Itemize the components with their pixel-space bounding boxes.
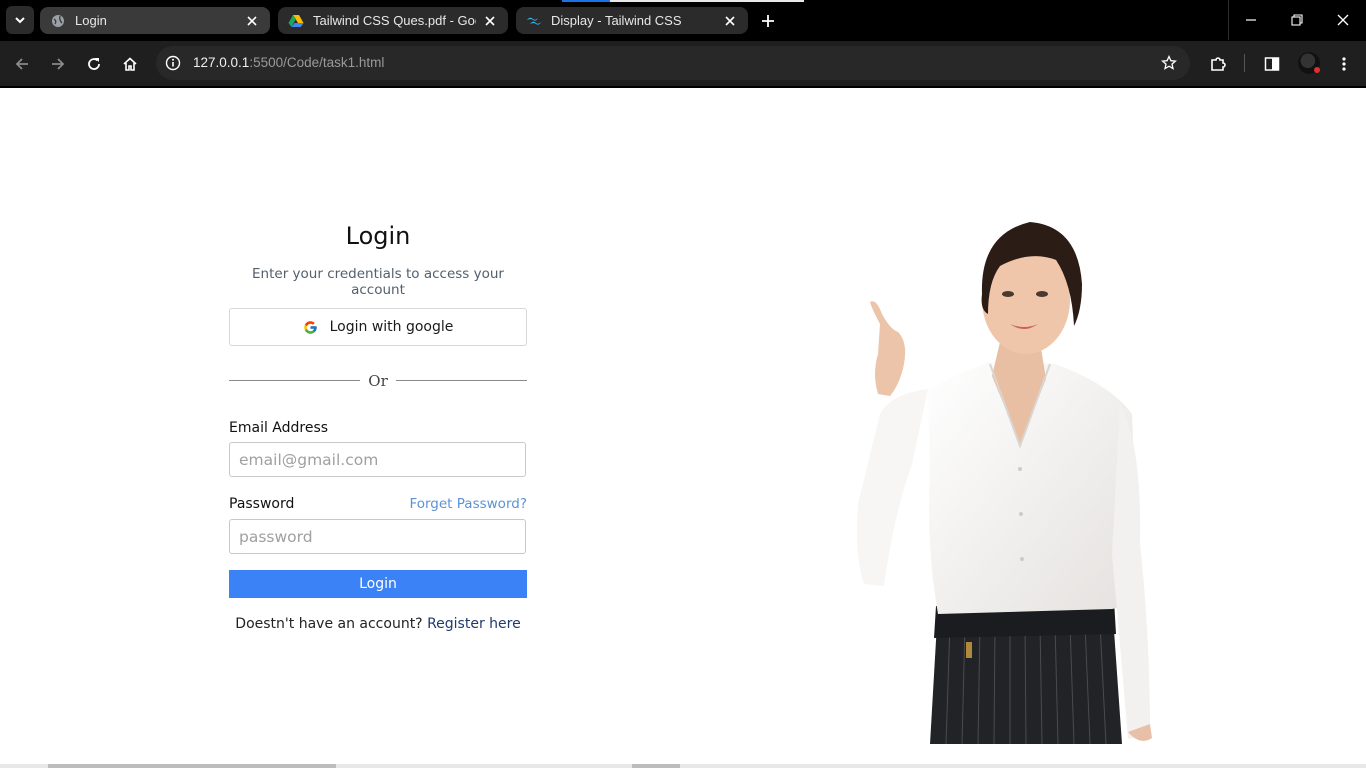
register-prompt-row: Doestn't have an account? Register here (229, 616, 527, 632)
email-label: Email Address (229, 420, 329, 436)
register-prompt: Doestn't have an account? (235, 616, 423, 632)
tab-bar: Login Tailwind CSS Ques.pdf - Google Dri… (0, 0, 1366, 41)
close-icon[interactable] (482, 13, 498, 29)
tab-title: Login (75, 13, 107, 28)
password-label: Password (229, 496, 295, 512)
url-host: 127.0.0.1 (193, 55, 250, 70)
page-subtitle: Enter your credentials to access your ac… (252, 266, 504, 298)
browser-toolbar: 127.0.0.1:5500/Code/task1.html (0, 41, 1366, 86)
restore-icon (1291, 14, 1303, 26)
close-icon (1337, 14, 1349, 26)
globe-icon (50, 13, 66, 29)
reload-icon (88, 58, 100, 70)
address-bar[interactable]: 127.0.0.1:5500/Code/task1.html (156, 46, 1190, 80)
back-button[interactable] (10, 52, 34, 76)
home-icon (123, 57, 137, 71)
tab-google-drive[interactable]: Tailwind CSS Ques.pdf - Google Drive (278, 7, 508, 34)
tab-search-button[interactable] (6, 6, 34, 34)
tab-title: Tailwind CSS Ques.pdf - Google Drive (313, 13, 476, 28)
home-button[interactable] (118, 52, 142, 76)
side-panel-icon (1264, 57, 1280, 71)
minimize-icon (1246, 19, 1256, 21)
taskbar-segment (632, 764, 680, 768)
chrome-border (0, 86, 1366, 88)
extensions-button[interactable] (1206, 52, 1230, 76)
new-tab-button[interactable] (758, 11, 778, 31)
google-icon (303, 320, 318, 335)
login-button[interactable]: Login (229, 570, 527, 598)
tab-login[interactable]: Login (40, 7, 270, 34)
tab-loading-indicator (562, 0, 610, 2)
side-panel-button[interactable] (1260, 52, 1284, 76)
email-field[interactable] (229, 442, 526, 477)
tab-tailwind[interactable]: Display - Tailwind CSS (516, 7, 748, 34)
tailwind-icon (526, 13, 542, 29)
divider-line-left (229, 380, 360, 381)
register-link[interactable]: Register here (427, 616, 521, 632)
password-field[interactable] (229, 519, 526, 554)
url-text: 127.0.0.1:5500/Code/task1.html (193, 55, 384, 70)
chevron-down-icon (15, 17, 25, 24)
close-icon[interactable] (244, 13, 260, 29)
divider-line-right (396, 380, 527, 381)
or-label: Or (368, 372, 388, 390)
taskbar-strip (0, 764, 1366, 768)
profile-avatar[interactable] (1298, 52, 1320, 74)
restore-button[interactable] (1274, 0, 1320, 40)
more-vertical-icon (1342, 57, 1346, 71)
or-divider: Or (229, 370, 527, 390)
close-window-button[interactable] (1320, 0, 1366, 40)
menu-button[interactable] (1332, 52, 1356, 76)
login-with-google-button[interactable]: Login with google (229, 308, 527, 346)
google-button-label: Login with google (329, 319, 454, 335)
reload-button[interactable] (82, 52, 106, 76)
forward-button[interactable] (46, 52, 70, 76)
taskbar-segment (48, 764, 336, 768)
puzzle-icon (1211, 57, 1226, 71)
hero-woman-image (856, 222, 1152, 744)
bookmark-star-icon[interactable] (1160, 54, 1178, 72)
minimize-button[interactable] (1228, 0, 1274, 40)
url-path: :5500/Code/task1.html (249, 55, 385, 70)
plus-icon (762, 15, 774, 27)
arrow-left-icon (15, 58, 28, 70)
google-drive-icon (288, 13, 304, 29)
arrow-right-icon (52, 58, 65, 70)
tab-title: Display - Tailwind CSS (551, 13, 682, 28)
tab-loading-track (610, 0, 804, 2)
page-title: Login (345, 222, 411, 250)
site-info-icon[interactable] (164, 54, 182, 72)
toolbar-divider (1244, 54, 1245, 72)
close-icon[interactable] (722, 13, 738, 29)
forgot-password-link[interactable]: Forget Password? (409, 496, 527, 512)
